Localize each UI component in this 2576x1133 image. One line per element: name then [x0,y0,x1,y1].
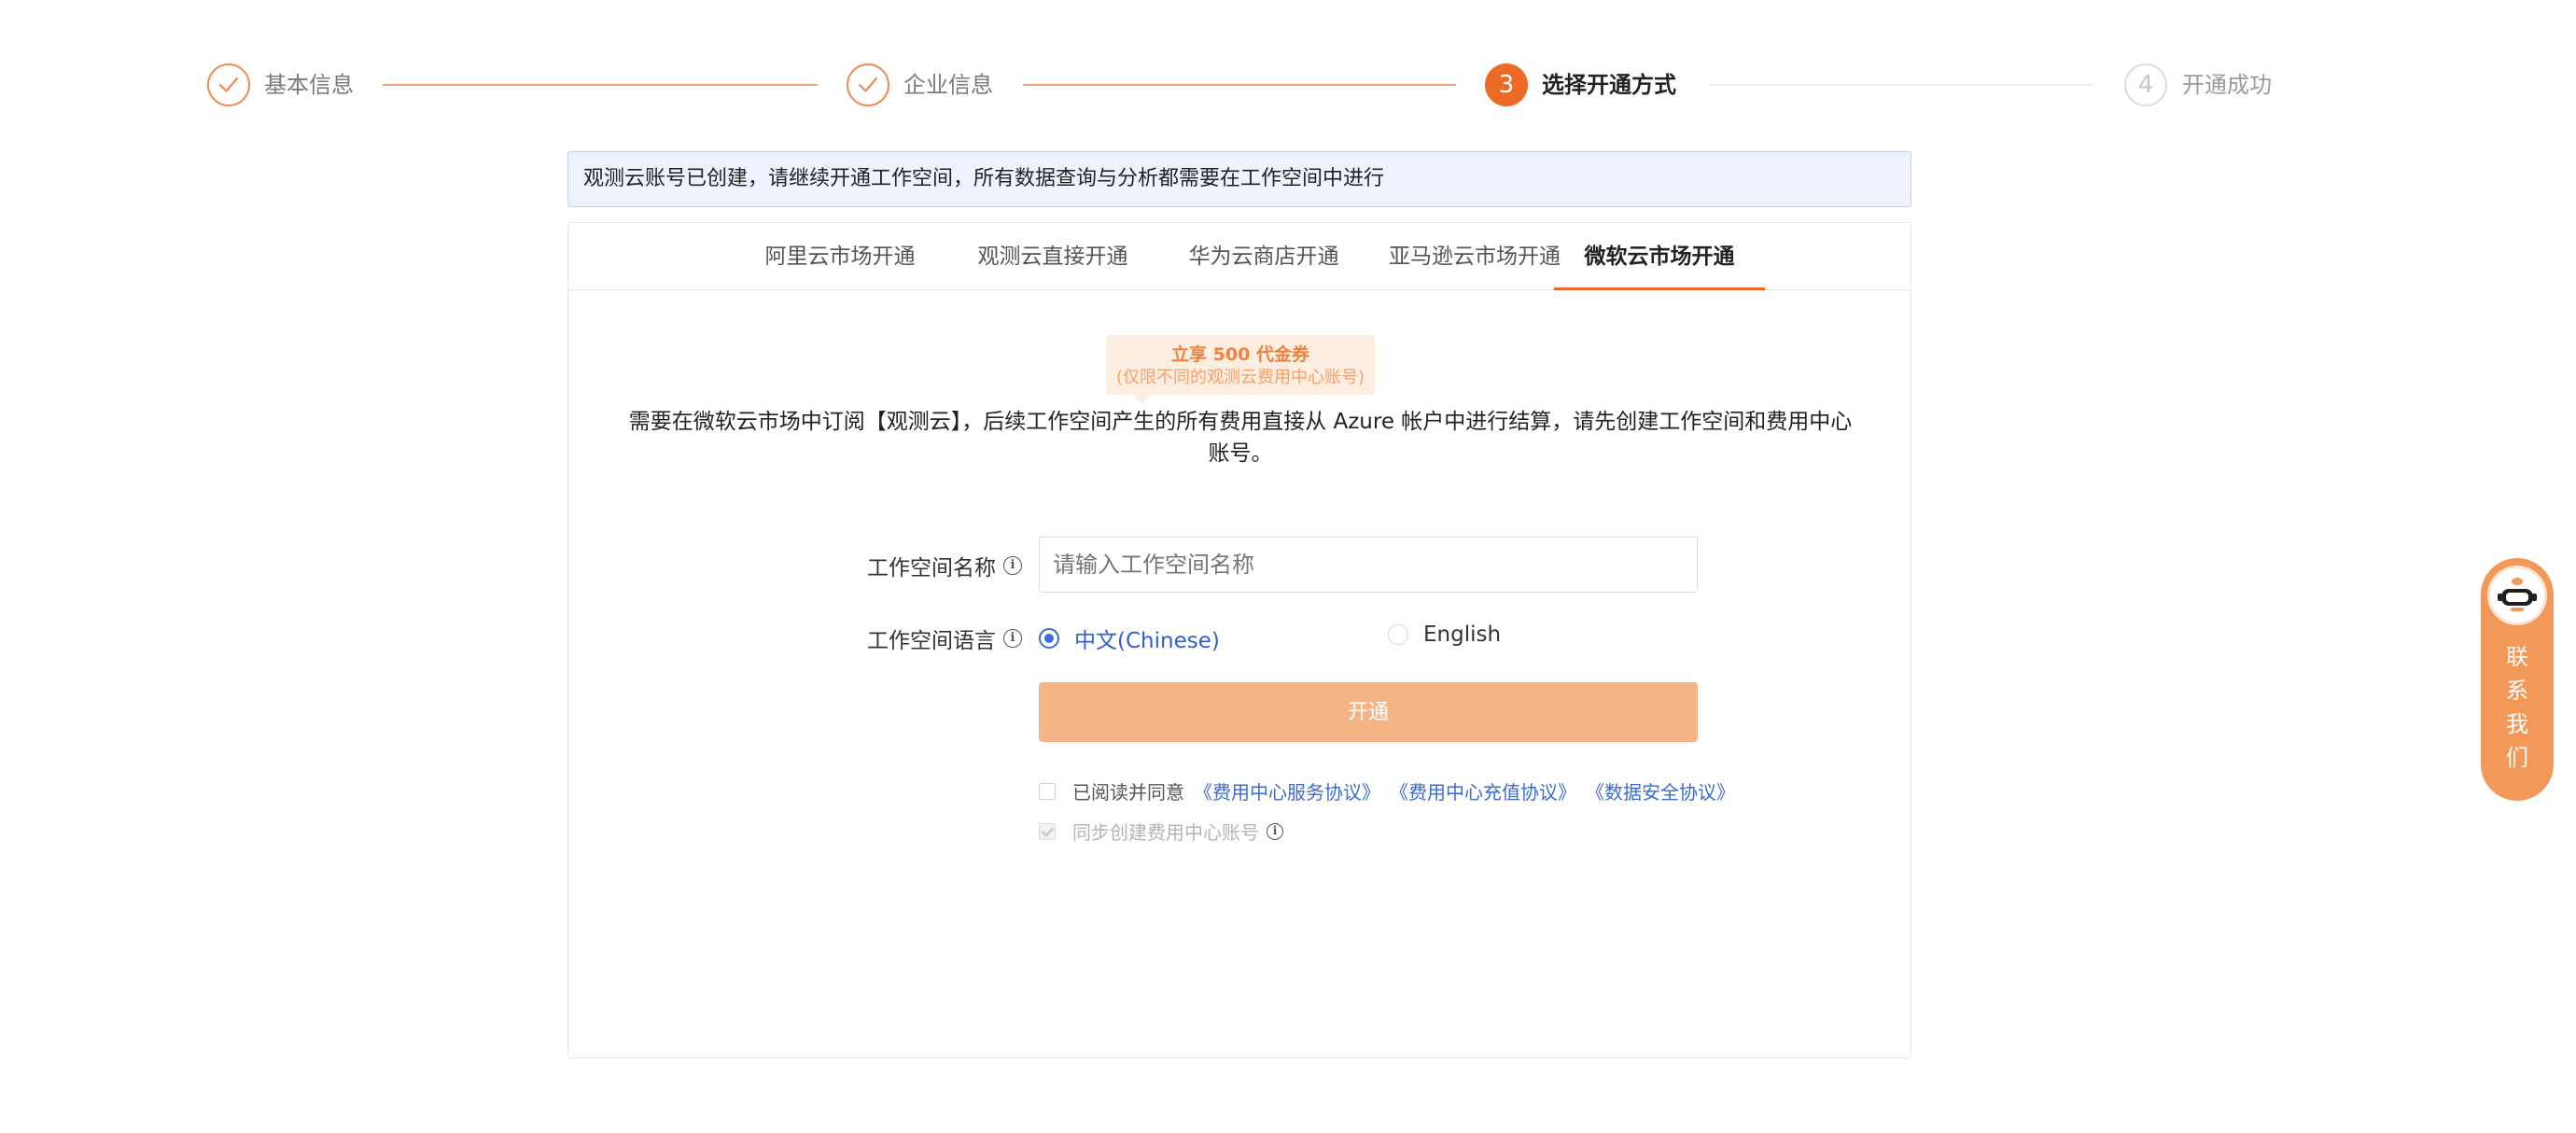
workspace-name-input[interactable] [1039,537,1698,593]
steps-progress: 基本信息 企业信息 3 选择开通方式 4 开通成功 [0,0,2576,168]
info-icon[interactable]: i [1003,629,1022,648]
contact-char[interactable]: 们 [2481,741,2554,775]
check-icon [218,77,239,92]
voucher-promo-badge: 立享 500 代金券 (仅限不同的观测云费用中心账号) [1106,335,1375,404]
radio-chinese[interactable]: 中文(Chinese) [1039,622,1220,654]
contact-us-label[interactable]: 联 系 我 们 [2481,640,2554,775]
info-icon[interactable]: i [1003,556,1022,575]
workspace-language-label-text: 工作空间语言 [867,629,996,653]
fee-center-recharge-agreement-link[interactable]: 《费用中心充值协议》 [1390,777,1576,804]
step-4-number: 4 [2124,63,2167,106]
activation-card: 阿里云市场开通 观测云直接开通 华为云商店开通 亚马逊云市场开通 微软云市场开通… [567,222,1911,1058]
promo-title: 立享 500 代金券 [1171,344,1309,365]
fee-center-service-agreement-link[interactable]: 《费用中心服务协议》 [1194,777,1380,804]
tab-aws-market[interactable]: 亚马逊云市场开通 [1369,223,1580,290]
tab-azure-market[interactable]: 微软云市场开通 [1554,223,1765,290]
radio-english-dot[interactable] [1388,624,1408,645]
data-security-agreement-link[interactable]: 《数据安全协议》 [1586,777,1735,804]
azure-description: 需要在微软云市场中订阅【观测云】，后续工作空间产生的所有费用直接从 Azure … [628,410,1853,466]
step-2-check-icon [847,63,889,106]
step-2-label: 企业信息 [903,72,993,98]
tab-aliyun-market[interactable]: 阿里云市场开通 [733,223,947,290]
check-icon [858,77,878,92]
step-1-label: 基本信息 [264,72,354,98]
activate-button[interactable]: 开通 [1039,682,1698,742]
step-3-number: 3 [1485,63,1528,106]
info-icon[interactable]: i [1267,822,1283,840]
contact-us-widget[interactable]: 联 系 我 们 [2481,558,2554,801]
sync-fee-center-label: 同步创建费用中心账号 [1072,821,1259,844]
tab-guance-direct[interactable]: 观测云直接开通 [947,223,1158,290]
step-connector-1 [383,84,818,86]
promo-tail [1132,395,1151,404]
radio-chinese-label[interactable]: 中文(Chinese) [1074,622,1220,654]
step-connector-3 [1710,84,2093,86]
sync-fee-center-row: 同步创建费用中心账号 i [1039,818,1283,845]
radio-english-label[interactable]: English [1423,622,1501,647]
agree-checkbox[interactable] [1039,782,1056,800]
step-4-label: 开通成功 [2182,72,2272,98]
contact-char[interactable]: 联 [2481,640,2554,674]
promo-subtitle: (仅限不同的观测云费用中心账号) [1115,368,1365,387]
activation-tabs: 阿里云市场开通 观测云直接开通 华为云商店开通 亚马逊云市场开通 微软云市场开通 [568,223,1911,290]
contact-char[interactable]: 我 [2481,707,2554,741]
contact-char[interactable]: 系 [2481,674,2554,707]
radio-english[interactable]: English [1388,622,1501,647]
workspace-name-label-text: 工作空间名称 [867,556,996,580]
tab-huawei-store[interactable]: 华为云商店开通 [1158,223,1369,290]
workspace-language-label: 工作空间语言 i [867,622,1022,654]
agreement-row: 已阅读并同意 《费用中心服务协议》 《费用中心充值协议》 《数据安全协议》 [1039,777,1735,804]
robot-avatar-icon [2487,566,2547,625]
step-connector-2 [1023,84,1456,86]
workspace-name-label: 工作空间名称 i [867,550,1022,581]
radio-chinese-dot[interactable] [1039,628,1059,649]
agree-text: 已阅读并同意 [1072,781,1184,804]
account-created-notice: 观测云账号已创建，请继续开通工作空间，所有数据查询与分析都需要在工作空间中进行 [567,151,1911,207]
sync-fee-center-checkbox [1039,822,1056,840]
step-1-check-icon [207,63,250,106]
step-3-label: 选择开通方式 [1542,72,1676,98]
